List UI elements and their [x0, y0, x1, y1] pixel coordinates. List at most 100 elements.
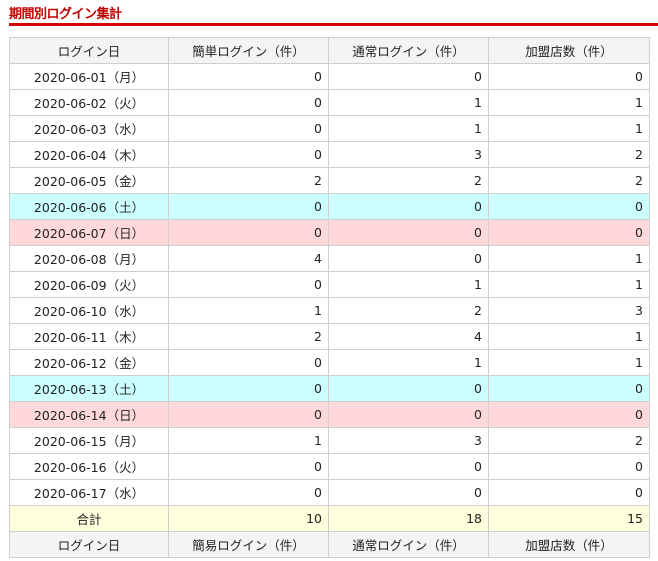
- login-summary-table: ログイン日 簡単ログイン（件） 通常ログイン（件） 加盟店数（件） 2020-0…: [9, 37, 650, 558]
- date-cell: 2020-06-17（水）: [9, 479, 169, 506]
- col-header-normal-login: 通常ログイン（件）: [328, 37, 489, 64]
- table-row: 2020-06-12（金） 0 1 1: [9, 349, 650, 376]
- normal-login-cell: 4: [328, 323, 489, 350]
- date-cell: 2020-06-06（土）: [9, 193, 169, 220]
- easy-login-cell: 0: [168, 141, 329, 168]
- title-divider: [9, 23, 658, 26]
- easy-login-cell: 0: [168, 115, 329, 142]
- normal-login-cell: 0: [328, 453, 489, 480]
- stores-cell: 0: [488, 63, 650, 90]
- normal-login-cell: 2: [328, 297, 489, 324]
- col-header-date: ログイン日: [9, 37, 169, 64]
- table-row: 2020-06-15（月） 1 3 2: [9, 427, 650, 454]
- date-cell: 2020-06-10（水）: [9, 297, 169, 324]
- easy-login-cell: 0: [168, 479, 329, 506]
- date-cell: 2020-06-08（月）: [9, 245, 169, 272]
- stores-cell: 1: [488, 245, 650, 272]
- stores-cell: 0: [488, 375, 650, 402]
- date-cell: 2020-06-02（火）: [9, 89, 169, 116]
- easy-login-cell: 0: [168, 349, 329, 376]
- easy-login-cell: 2: [168, 323, 329, 350]
- easy-login-cell: 0: [168, 63, 329, 90]
- table-row: 2020-06-04（木） 0 3 2: [9, 141, 650, 168]
- date-cell: 2020-06-11（木）: [9, 323, 169, 350]
- date-cell: 2020-06-14（日）: [9, 401, 169, 428]
- date-cell: 2020-06-04（木）: [9, 141, 169, 168]
- table-row: 2020-06-17（水） 0 0 0: [9, 479, 650, 506]
- normal-login-cell: 0: [328, 245, 489, 272]
- easy-login-cell: 0: [168, 271, 329, 298]
- normal-login-cell: 0: [328, 63, 489, 90]
- table-row: 2020-06-06（土） 0 0 0: [9, 193, 650, 220]
- total-stores: 15: [488, 505, 650, 532]
- easy-login-cell: 0: [168, 375, 329, 402]
- date-cell: 2020-06-05（金）: [9, 167, 169, 194]
- date-cell: 2020-06-12（金）: [9, 349, 169, 376]
- table-row: 2020-06-10（水） 1 2 3: [9, 297, 650, 324]
- footer-header-stores: 加盟店数（件）: [488, 531, 650, 558]
- normal-login-cell: 3: [328, 141, 489, 168]
- date-cell: 2020-06-13（土）: [9, 375, 169, 402]
- table-row: 2020-06-02（火） 0 1 1: [9, 89, 650, 116]
- stores-cell: 1: [488, 323, 650, 350]
- easy-login-cell: 0: [168, 89, 329, 116]
- date-cell: 2020-06-15（月）: [9, 427, 169, 454]
- normal-login-cell: 0: [328, 401, 489, 428]
- stores-cell: 0: [488, 219, 650, 246]
- easy-login-cell: 4: [168, 245, 329, 272]
- col-header-easy-login: 簡単ログイン（件）: [168, 37, 329, 64]
- table-row: 2020-06-11（木） 2 4 1: [9, 323, 650, 350]
- stores-cell: 1: [488, 349, 650, 376]
- footer-header-normal-login: 通常ログイン（件）: [328, 531, 489, 558]
- footer-header-easy-login: 簡易ログイン（件）: [168, 531, 329, 558]
- normal-login-cell: 0: [328, 193, 489, 220]
- date-cell: 2020-06-03（水）: [9, 115, 169, 142]
- stores-cell: 0: [488, 401, 650, 428]
- stores-cell: 0: [488, 193, 650, 220]
- stores-cell: 1: [488, 115, 650, 142]
- table-row: 2020-06-16（火） 0 0 0: [9, 453, 650, 480]
- easy-login-cell: 0: [168, 219, 329, 246]
- date-cell: 2020-06-01（月）: [9, 63, 169, 90]
- stores-cell: 1: [488, 271, 650, 298]
- date-cell: 2020-06-07（日）: [9, 219, 169, 246]
- stores-cell: 2: [488, 141, 650, 168]
- header-row: ログイン日 簡単ログイン（件） 通常ログイン（件） 加盟店数（件）: [9, 37, 650, 64]
- stores-cell: 0: [488, 479, 650, 506]
- date-cell: 2020-06-16（火）: [9, 453, 169, 480]
- stores-cell: 2: [488, 167, 650, 194]
- footer-header-row: ログイン日 簡易ログイン（件） 通常ログイン（件） 加盟店数（件）: [9, 531, 650, 558]
- total-normal: 18: [328, 505, 489, 532]
- easy-login-cell: 2: [168, 167, 329, 194]
- normal-login-cell: 3: [328, 427, 489, 454]
- stores-cell: 0: [488, 453, 650, 480]
- total-easy: 10: [168, 505, 329, 532]
- footer-header-date: ログイン日: [9, 531, 169, 558]
- stores-cell: 2: [488, 427, 650, 454]
- total-row: 合計 10 18 15: [9, 505, 650, 532]
- stores-cell: 1: [488, 89, 650, 116]
- table-row: 2020-06-07（日） 0 0 0: [9, 219, 650, 246]
- normal-login-cell: 1: [328, 349, 489, 376]
- page-title: 期間別ログイン集計: [9, 7, 122, 22]
- table-row: 2020-06-09（火） 0 1 1: [9, 271, 650, 298]
- normal-login-cell: 2: [328, 167, 489, 194]
- easy-login-cell: 0: [168, 193, 329, 220]
- table-row: 2020-06-01（月） 0 0 0: [9, 63, 650, 90]
- easy-login-cell: 1: [168, 297, 329, 324]
- normal-login-cell: 1: [328, 271, 489, 298]
- normal-login-cell: 0: [328, 479, 489, 506]
- easy-login-cell: 0: [168, 401, 329, 428]
- table-row: 2020-06-05（金） 2 2 2: [9, 167, 650, 194]
- easy-login-cell: 0: [168, 453, 329, 480]
- total-label: 合計: [9, 505, 169, 532]
- stores-cell: 3: [488, 297, 650, 324]
- col-header-stores: 加盟店数（件）: [488, 37, 650, 64]
- normal-login-cell: 1: [328, 115, 489, 142]
- table-row: 2020-06-08（月） 4 0 1: [9, 245, 650, 272]
- normal-login-cell: 0: [328, 375, 489, 402]
- date-cell: 2020-06-09（火）: [9, 271, 169, 298]
- table-row: 2020-06-13（土） 0 0 0: [9, 375, 650, 402]
- table-row: 2020-06-14（日） 0 0 0: [9, 401, 650, 428]
- easy-login-cell: 1: [168, 427, 329, 454]
